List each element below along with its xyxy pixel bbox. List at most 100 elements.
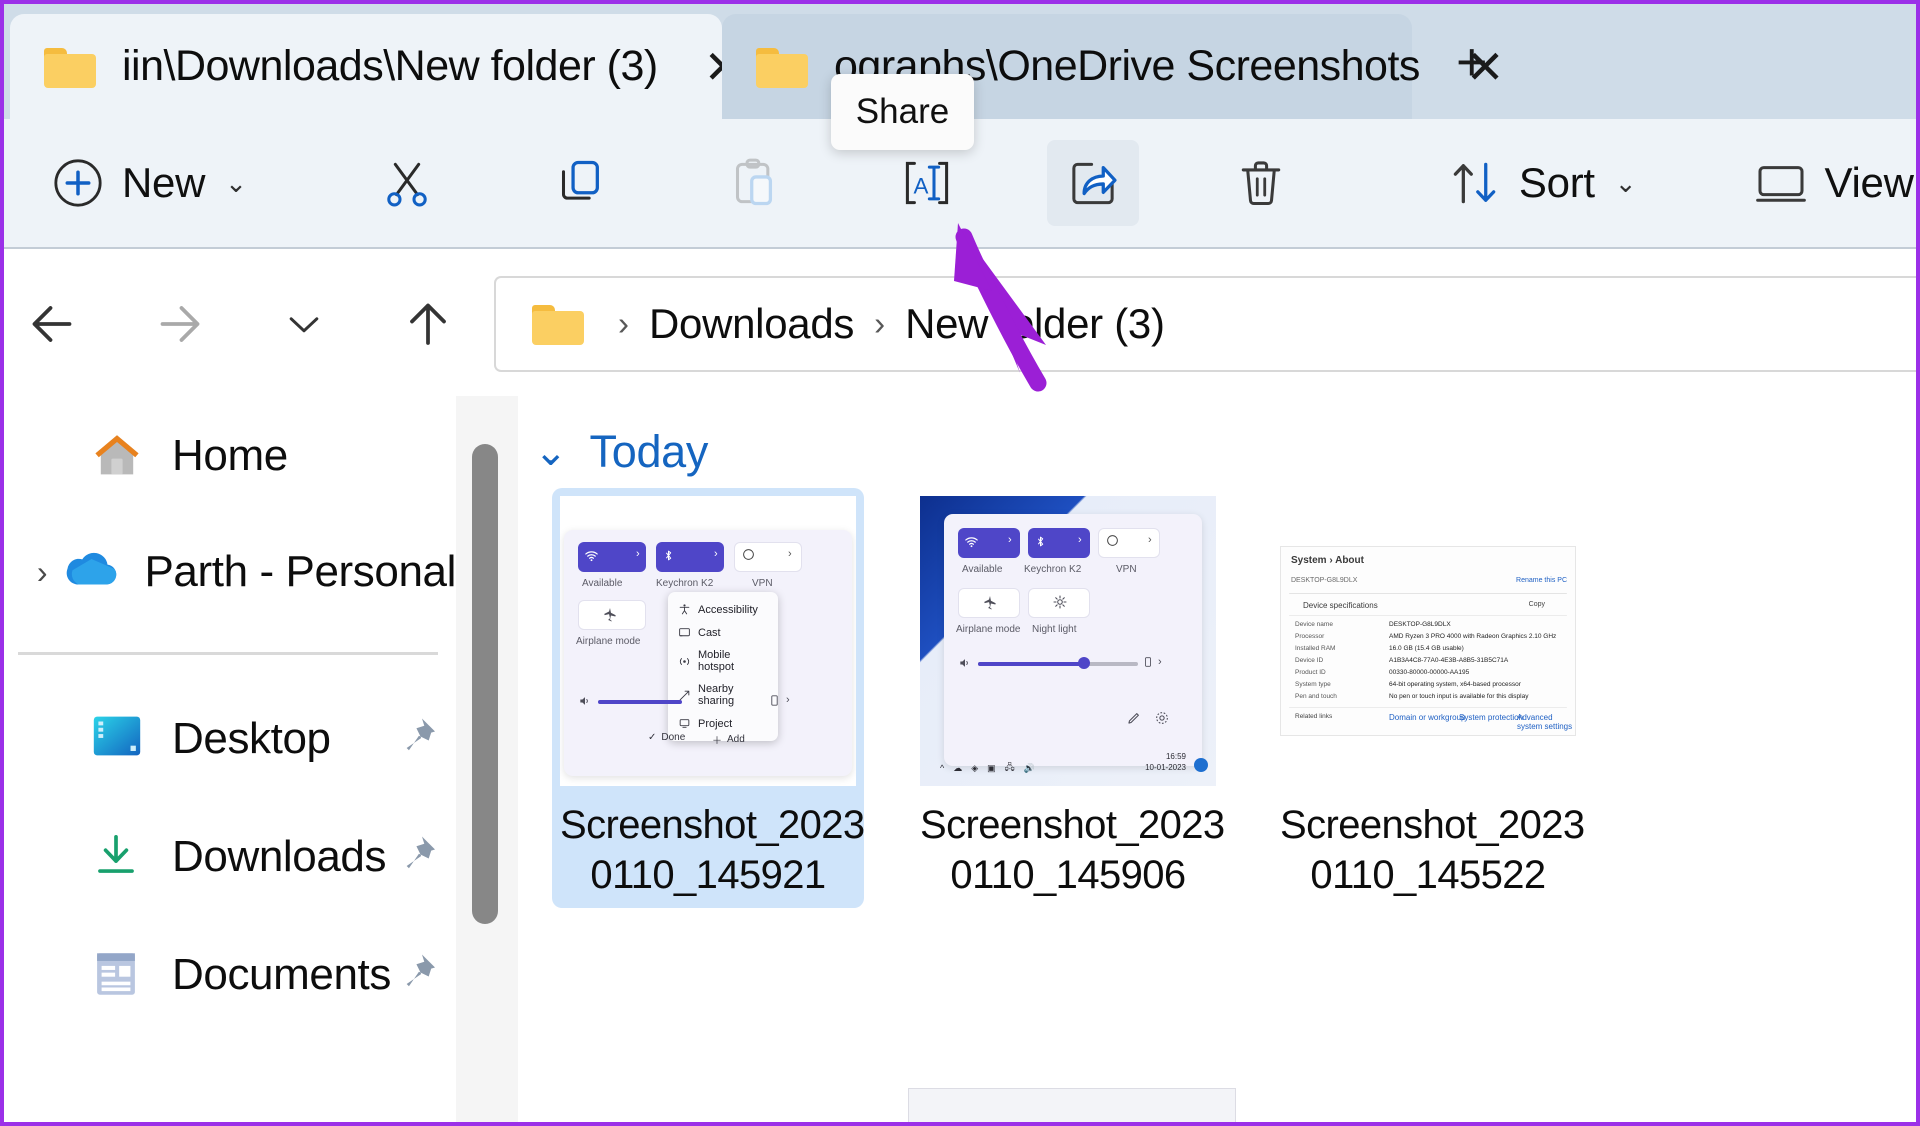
scrollbar-thumb[interactable] <box>472 444 498 924</box>
back-button[interactable] <box>4 276 100 372</box>
quick-settings-preview: › › › Available Keychron K2 VPN Airplane… <box>920 496 1216 786</box>
related-link[interactable]: Advanced system settings <box>1517 713 1575 731</box>
download-icon <box>88 829 150 885</box>
copy-label: Copy <box>1528 601 1545 608</box>
file-name-line2: 0110_145906 <box>950 853 1186 897</box>
copy-button[interactable] <box>535 140 627 226</box>
group-label: Today <box>589 426 709 477</box>
expand-chevron-icon[interactable]: › <box>24 554 60 591</box>
view-button[interactable]: View <box>1735 140 1916 226</box>
file-tile-partial[interactable] <box>908 1088 1236 1122</box>
group-header-today[interactable]: ⌄ Today <box>534 426 708 478</box>
sidebar-item-downloads[interactable]: Downloads <box>4 809 456 905</box>
folder-icon <box>756 46 808 88</box>
new-button[interactable]: New ⌄ <box>32 140 265 226</box>
sort-button[interactable]: Sort ⌄ <box>1429 140 1655 226</box>
pin-icon[interactable] <box>394 714 440 765</box>
breadcrumb-item-downloads[interactable]: Downloads <box>649 300 854 348</box>
volume-tray-icon: 🔊 <box>1023 762 1035 773</box>
breadcrumb-separator: › <box>618 304 629 342</box>
pin-icon[interactable] <box>394 950 440 1001</box>
new-label: New <box>122 159 206 206</box>
copy-icon <box>561 160 599 200</box>
chevron-down-icon: ⌄ <box>1614 167 1637 198</box>
add-label: Add <box>727 734 745 745</box>
folder-icon <box>532 303 584 345</box>
file-tile[interactable]: › › › Available Keychron K2 VPN Airplane… <box>912 488 1225 908</box>
rename-button[interactable]: A <box>881 140 973 226</box>
chevron-down-icon[interactable]: ⌄ <box>534 429 568 475</box>
sort-label: Sort <box>1518 159 1595 206</box>
menu-item-label: Accessibility <box>698 603 758 616</box>
menu-item-label: Mobile hotspot <box>698 649 735 673</box>
file-name: Screenshot_2023 0110_145522 <box>1280 800 1585 900</box>
sidebar-item-home[interactable]: Home <box>4 408 456 504</box>
file-tile[interactable]: › › › Available Keychron K2 VPN Airplane… <box>552 488 865 908</box>
tile-label: Available <box>582 578 623 589</box>
cast-icon <box>679 628 690 637</box>
forward-arrow-icon <box>160 305 200 342</box>
file-name: Screenshot_2023 0110_145921 <box>560 800 865 900</box>
folder-icon <box>44 46 96 88</box>
sidebar-item-label: Downloads <box>172 832 387 881</box>
tab-0[interactable]: iin\Downloads\New folder (3) ✕ <box>10 14 742 119</box>
check-icon: ✓ <box>648 732 657 743</box>
volume-icon <box>960 659 968 667</box>
spec-key: System type <box>1295 681 1331 688</box>
file-name: Screenshot_2023 0110_145906 <box>920 800 1225 900</box>
related-link[interactable]: Domain or workgroup <box>1389 713 1465 722</box>
menu-item: Cast <box>668 621 778 644</box>
tile-label: Airplane mode <box>576 636 641 647</box>
share-icon <box>1072 162 1117 205</box>
up-button[interactable] <box>380 276 476 372</box>
spec-value: 00330-80000-00000-AA195 <box>1389 669 1470 676</box>
cut-icon <box>387 162 427 207</box>
settings-about-preview: System › About DESKTOP-G8L9DLX Rename th… <box>1280 546 1576 736</box>
paste-button <box>709 140 801 226</box>
file-name-line2: 0110_145522 <box>1310 853 1546 897</box>
forward-button[interactable] <box>132 276 228 372</box>
recent-locations-button[interactable] <box>256 276 352 372</box>
up-arrow-icon <box>410 303 446 345</box>
done-label: Done <box>661 732 686 743</box>
cut-button[interactable] <box>361 140 453 226</box>
annotation-arrow <box>954 223 1047 392</box>
menu-item: Mobile hotspot <box>668 644 778 678</box>
settings-breadcrumb: System › About <box>1291 555 1364 566</box>
share-tooltip: Share <box>831 74 974 150</box>
volume-icon <box>580 697 588 705</box>
share-button[interactable] <box>1046 140 1139 226</box>
scrollbar-track[interactable] <box>456 396 518 1122</box>
tile-label: VPN <box>752 578 773 589</box>
quick-settings-preview: › › › Available Keychron K2 VPN Airplane… <box>560 496 856 786</box>
settings-gear-icon <box>1156 712 1168 724</box>
bluetooth-icon <box>665 550 672 561</box>
chevron-up-icon: ^ <box>940 763 945 773</box>
sidebar-item-parth-personal[interactable]: › Parth - Personal <box>4 524 456 620</box>
delete-button[interactable] <box>1215 140 1307 226</box>
sidebar-item-desktop[interactable]: Desktop <box>4 691 456 787</box>
spec-value: No pen or touch input is available for t… <box>1389 693 1529 700</box>
spec-key: Product ID <box>1295 669 1326 676</box>
tile-label: Available <box>962 564 1003 575</box>
documents-icon <box>88 947 150 1003</box>
menu-item-label: Nearby sharing <box>698 683 735 707</box>
file-tile[interactable]: System › About DESKTOP-G8L9DLX Rename th… <box>1272 488 1585 908</box>
file-list-pane: ⌄ Today › › › Available Keychron K2 VPN … <box>456 396 1916 1122</box>
breadcrumb[interactable]: › Downloads › New folder (3) <box>494 275 1916 372</box>
spec-value: 16.0 GB (15.4 GB usable) <box>1389 645 1464 652</box>
sidebar-item-documents[interactable]: Documents <box>4 927 456 1023</box>
plus-icon: ＋ <box>712 736 722 747</box>
file-name-line1: Screenshot_2023 <box>920 803 1225 847</box>
accessibility-icon <box>679 604 690 615</box>
spec-key: Device name <box>1295 621 1333 628</box>
close-icon[interactable]: ✕ <box>1454 38 1517 96</box>
related-link[interactable]: System protection <box>1459 713 1523 722</box>
pin-icon[interactable] <box>394 832 440 883</box>
file-name-line1: Screenshot_2023 <box>560 803 865 847</box>
tab-1[interactable]: ographs\OneDrive Screenshots ✕ <box>722 14 1504 119</box>
spec-value: A1B3A4C8-77A0-4E3B-A8B5-31B5C71A <box>1389 657 1509 664</box>
battery-icon <box>771 695 778 706</box>
project-icon <box>679 719 690 728</box>
night-light-icon <box>1053 595 1067 609</box>
